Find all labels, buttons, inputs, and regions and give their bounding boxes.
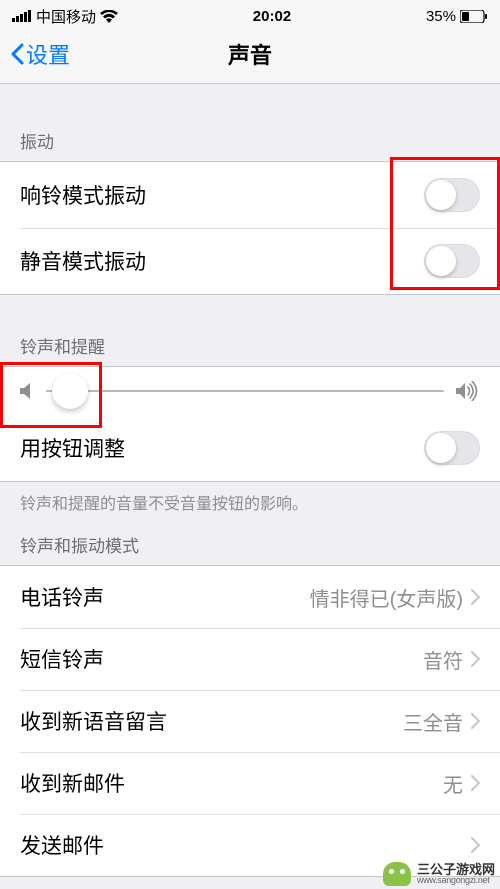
section-footer-ringer: 铃声和提醒的音量不受音量按钮的影响。 [0,482,500,528]
row-label: 响铃模式振动 [20,180,146,210]
row-label: 电话铃声 [20,582,104,612]
row-label: 用按钮调整 [20,433,125,463]
section-header-vibration: 振动 [0,110,500,161]
speaker-low-icon [20,382,34,400]
page-title: 声音 [228,38,272,70]
status-time: 20:02 [253,8,291,25]
row-volume-slider [0,367,500,415]
row-change-with-buttons: 用按钮调整 [0,415,500,481]
wifi-icon [100,10,118,23]
watermark-url: www.sangongzi.net [417,876,495,885]
volume-slider[interactable] [46,390,444,392]
row-value: 情非得已(女声版) [310,583,463,612]
toggle-vibrate-on-silent[interactable] [424,244,480,278]
list-group-ringer: 用按钮调整 [0,366,500,482]
signal-icon [12,10,32,22]
status-left: 中国移动 [12,6,118,27]
row-new-mail[interactable]: 收到新邮件 无 [0,752,500,814]
status-bar: 中国移动 20:02 35% [0,0,500,28]
battery-percent: 35% [426,8,456,25]
back-button[interactable]: 设置 [10,38,70,70]
watermark: 三公子游戏网 www.sangongzi.net [383,862,495,886]
row-label: 静音模式振动 [20,246,146,276]
row-label: 发送邮件 [20,830,104,860]
section-header-patterns: 铃声和振动模式 [0,528,500,565]
slider-thumb[interactable] [52,373,88,409]
row-value: 无 [443,769,463,798]
row-label: 收到新邮件 [20,768,125,798]
status-right: 35% [426,8,488,25]
toggle-change-with-buttons[interactable] [424,431,480,465]
row-new-voicemail[interactable]: 收到新语音留言 三全音 [0,690,500,752]
chevron-right-icon [471,651,480,667]
chevron-right-icon [471,589,480,605]
carrier-label: 中国移动 [36,6,96,27]
chevron-right-icon [471,837,480,853]
chevron-left-icon [10,43,24,65]
row-value: 三全音 [403,707,463,736]
chevron-right-icon [471,713,480,729]
toggle-vibrate-on-ring[interactable] [424,178,480,212]
list-group-vibration: 响铃模式振动 静音模式振动 [0,161,500,295]
section-header-ringer: 铃声和提醒 [0,295,500,366]
back-label: 设置 [26,38,70,70]
chevron-right-icon [471,775,480,791]
battery-icon [460,10,488,23]
row-ringtone[interactable]: 电话铃声 情非得已(女声版) [0,566,500,628]
row-vibrate-on-silent: 静音模式振动 [0,228,500,294]
row-vibrate-on-ring: 响铃模式振动 [0,162,500,228]
speaker-high-icon [456,381,480,401]
row-label: 收到新语音留言 [20,706,167,736]
row-text-tone[interactable]: 短信铃声 音符 [0,628,500,690]
list-group-patterns: 电话铃声 情非得已(女声版) 短信铃声 音符 收到新语音留言 三全音 收到新邮件… [0,565,500,877]
watermark-logo-icon [383,862,411,886]
nav-bar: 设置 声音 [0,28,500,84]
row-value: 音符 [423,645,463,674]
row-label: 短信铃声 [20,644,104,674]
